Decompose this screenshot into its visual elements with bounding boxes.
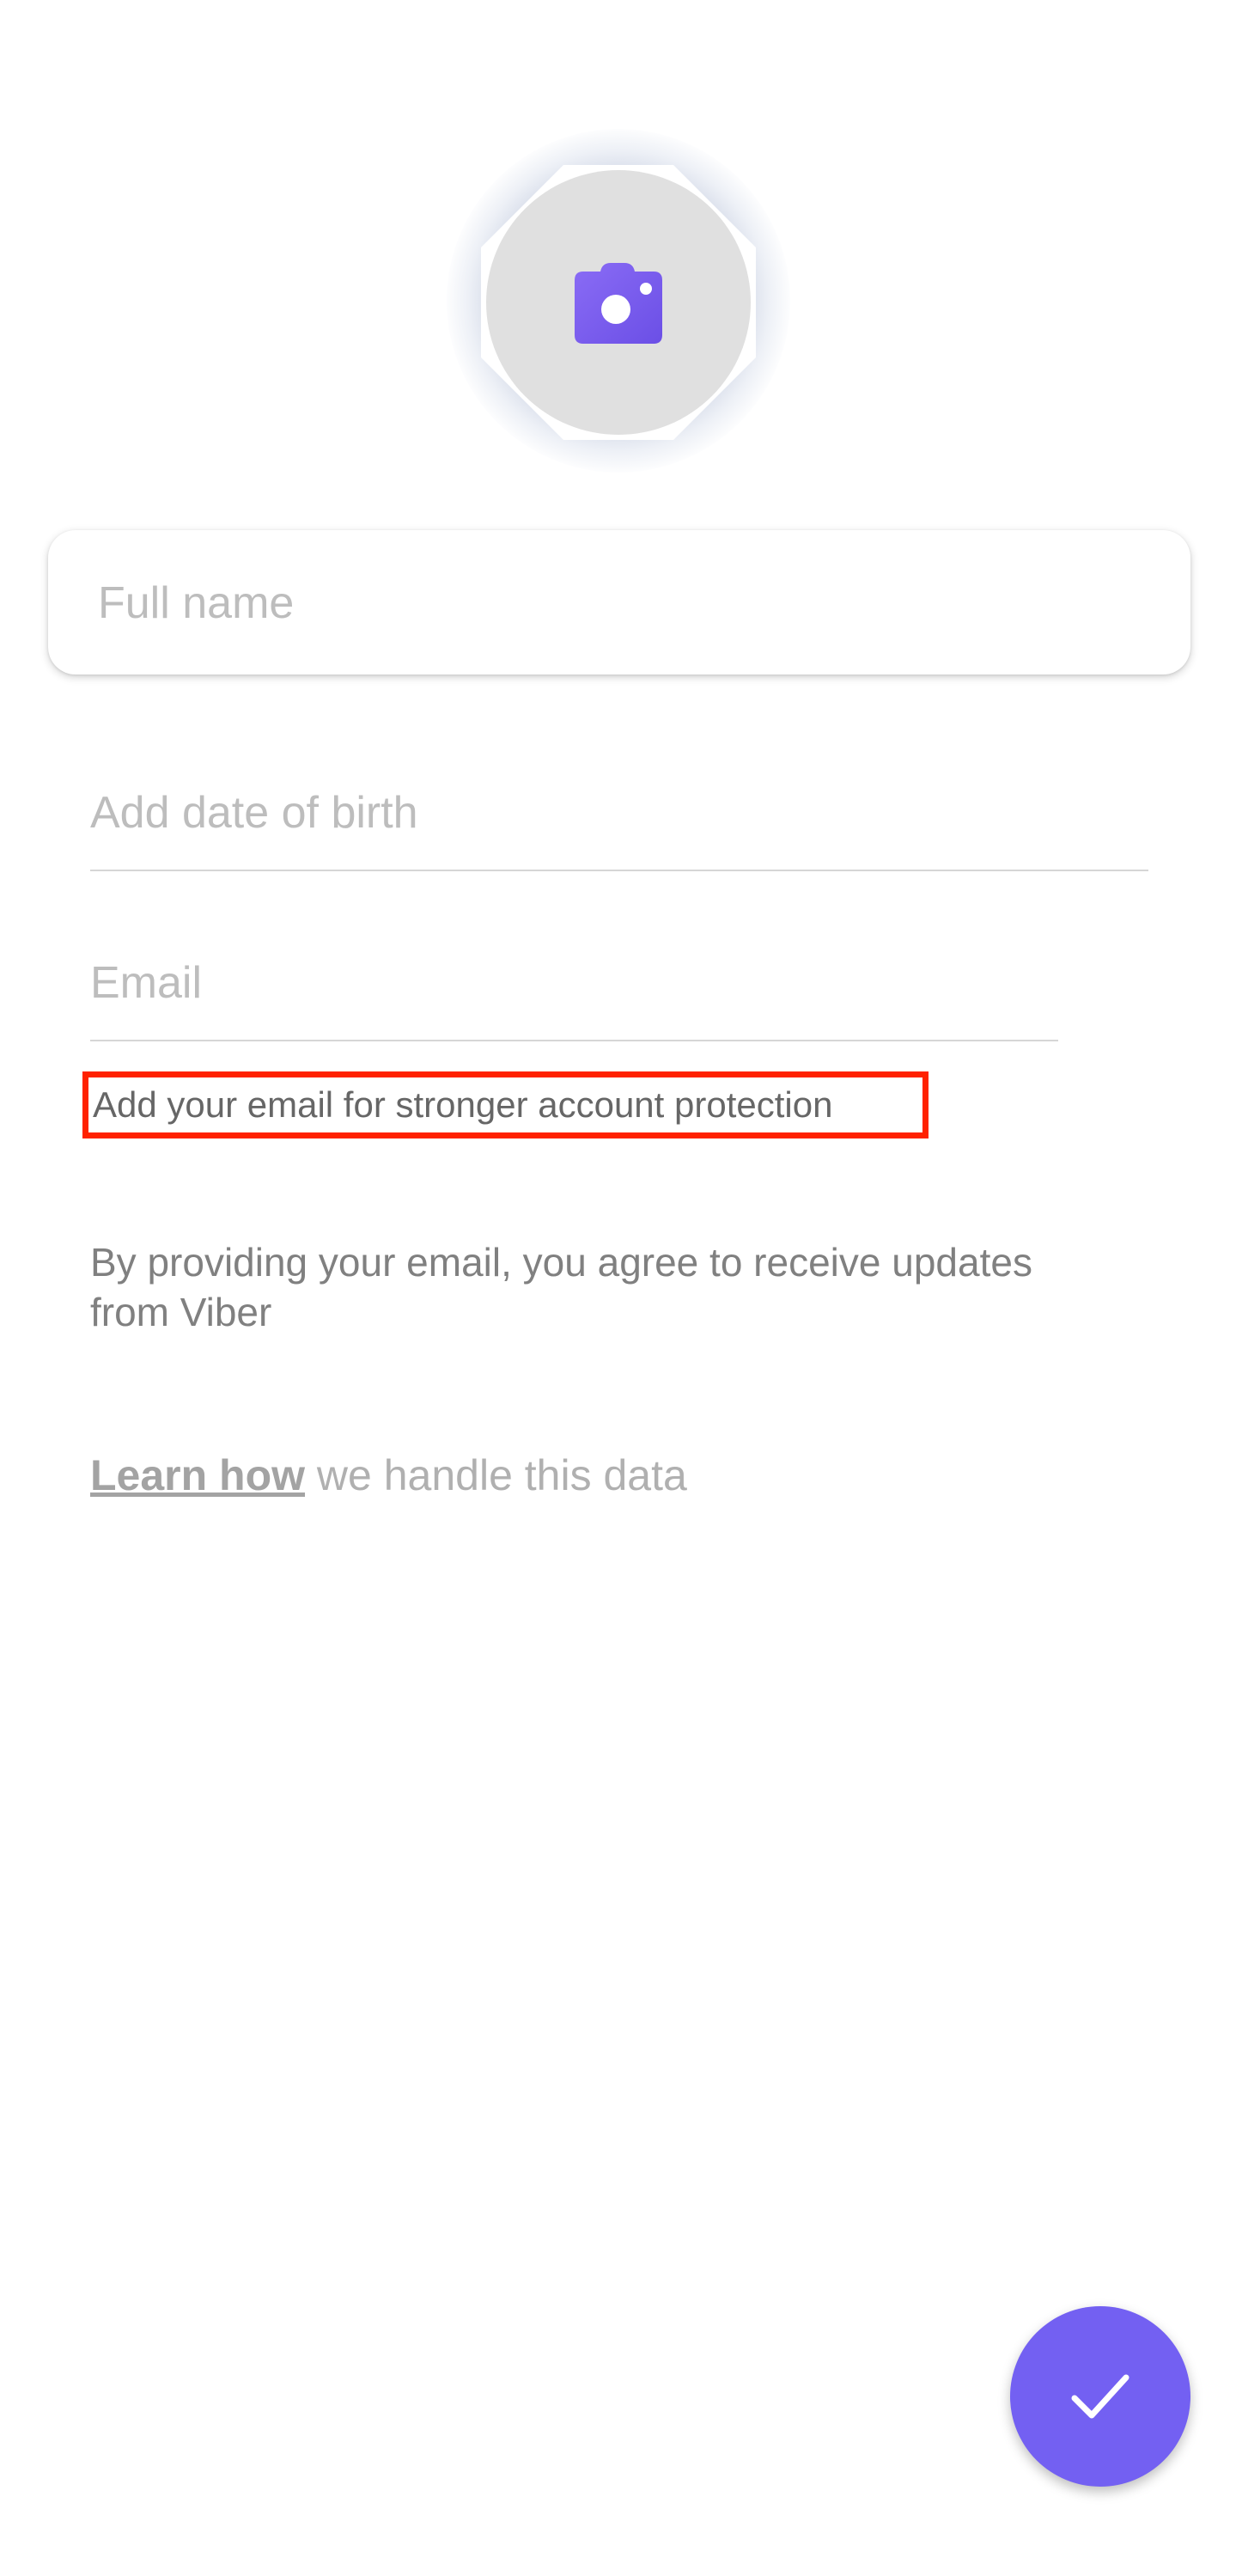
data-policy-line: Learn how we handle this data xyxy=(90,1449,687,1502)
avatar-photo-picker[interactable] xyxy=(481,165,756,440)
checkmark-icon xyxy=(1071,2374,1129,2419)
date-of-birth-field[interactable] xyxy=(90,756,1148,871)
full-name-input[interactable] xyxy=(96,530,1148,676)
confirm-button[interactable] xyxy=(1010,2306,1190,2487)
email-hint-text: Add your email for stronger account prot… xyxy=(93,1084,833,1125)
email-field[interactable] xyxy=(90,926,1058,1041)
avatar-placeholder[interactable] xyxy=(486,170,751,435)
learn-how-link[interactable]: Learn how xyxy=(90,1451,305,1499)
email-input[interactable] xyxy=(90,926,1058,1040)
full-name-card xyxy=(48,530,1190,676)
camera-icon xyxy=(575,263,662,344)
date-of-birth-input[interactable] xyxy=(90,756,1148,870)
consent-text: By providing your email, you agree to re… xyxy=(90,1240,1032,1334)
data-policy-rest-text: we handle this data xyxy=(305,1451,687,1499)
